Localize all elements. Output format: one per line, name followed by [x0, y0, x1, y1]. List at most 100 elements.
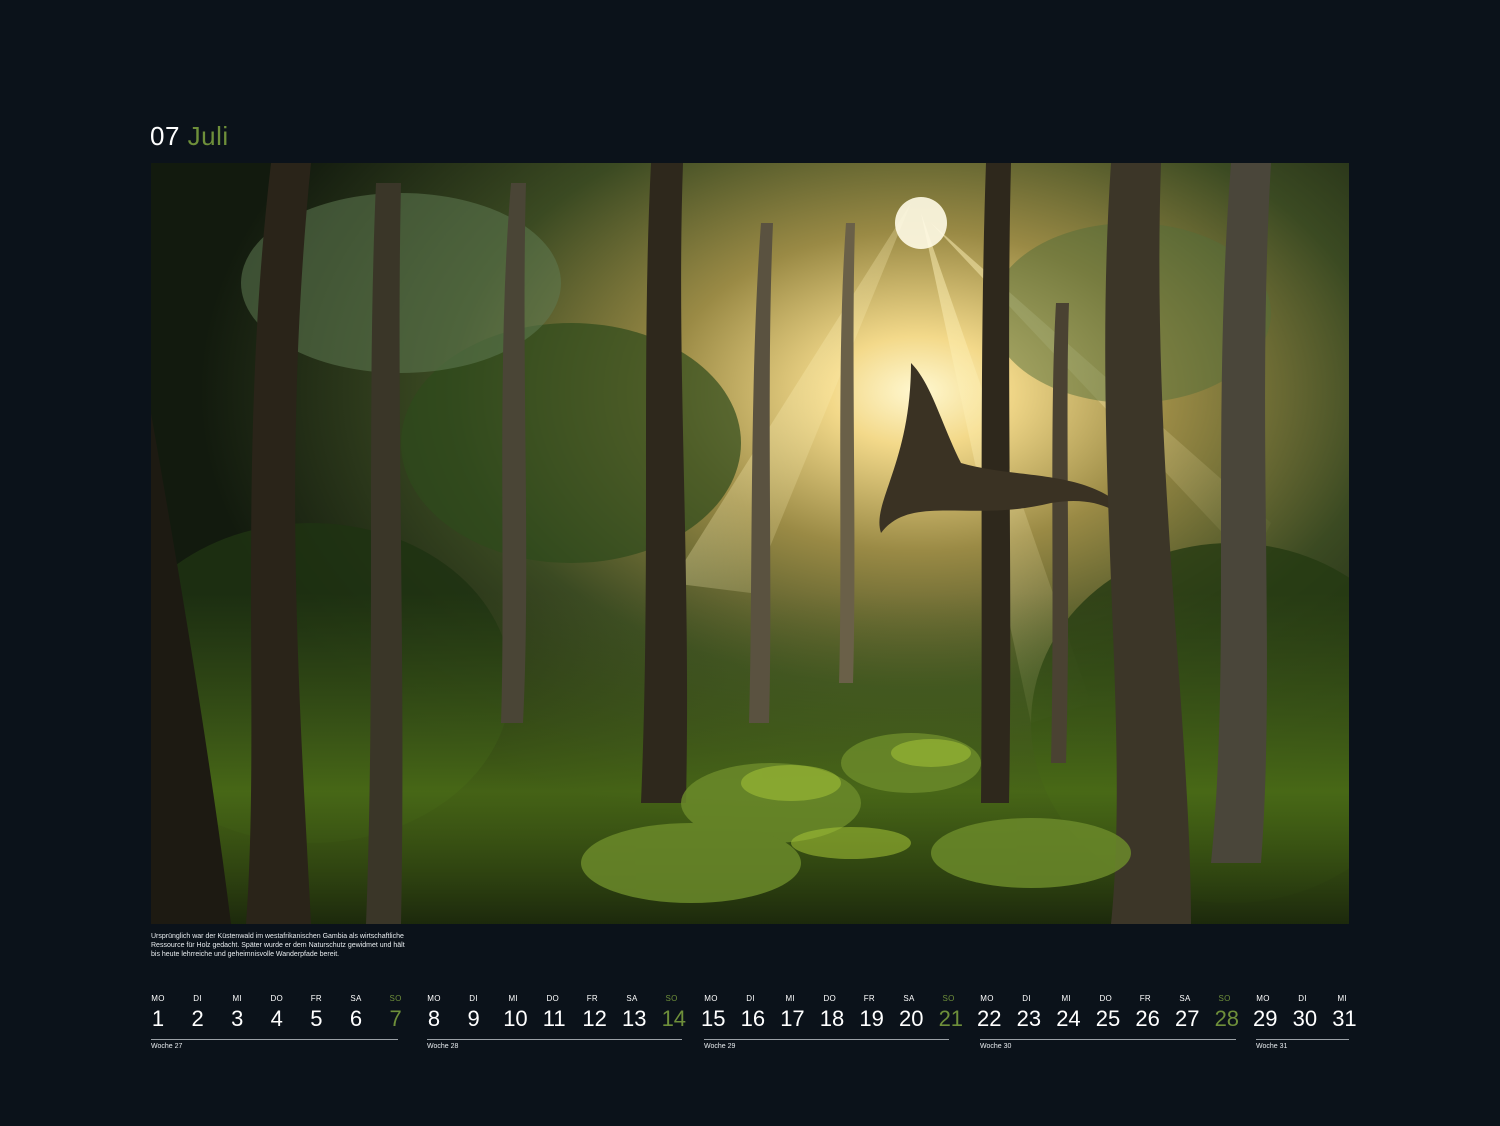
day-number: 20 [898, 1006, 924, 1031]
day-number: 31 [1332, 1006, 1357, 1031]
week-days: MO 15 DI 16 MI 17 DO 18 FR 19 SA 20 SO 21 [701, 992, 982, 1038]
calendar-day: SO 14 [661, 992, 705, 1038]
photo-caption: Ursprünglich war der Küstenwald im westa… [151, 933, 405, 958]
week-days: MO 1 DI 2 MI 3 DO 4 FR 5 SA 6 SO 7 [151, 992, 428, 1038]
day-number: 17 [780, 1006, 805, 1031]
weekday-name: DI [193, 994, 202, 1003]
day-number: 19 [859, 1006, 884, 1031]
calendar-day: DI 30 [1292, 992, 1336, 1038]
week-divider [704, 1039, 949, 1040]
calendar-day: SA 27 [1175, 992, 1218, 1038]
day-number: 15 [701, 1006, 726, 1031]
weekday-name: DI [1298, 994, 1307, 1003]
day-number: 5 [310, 1006, 323, 1031]
calendar-day: DO 11 [542, 992, 586, 1038]
week-days: MO 29 DI 30 MI 31 [1253, 992, 1375, 1038]
weekday-name: DO [823, 994, 837, 1003]
calendar-day: DO 25 [1095, 992, 1139, 1038]
day-number: 13 [621, 1006, 647, 1031]
week-divider [151, 1039, 398, 1040]
day-number: 14 [661, 1006, 687, 1031]
month-name: Juli [187, 121, 229, 151]
week-label: Woche 31 [1256, 1043, 1288, 1050]
weekday-name: MO [427, 994, 441, 1003]
weekday-name: MI [785, 994, 795, 1003]
day-number: 1 [151, 1006, 165, 1031]
weekday-name: DI [1022, 994, 1031, 1003]
calendar-day: DI 16 [740, 992, 784, 1038]
calendar-day: SA 6 [349, 992, 389, 1038]
day-number: 25 [1095, 1006, 1121, 1031]
week-divider [1256, 1039, 1349, 1040]
day-number: 11 [542, 1006, 566, 1031]
week-divider [980, 1039, 1236, 1040]
weekday-name: MO [151, 994, 165, 1003]
calendar-day: DO 4 [270, 992, 310, 1038]
week-label: Woche 29 [704, 1043, 736, 1050]
weekday-name: SO [389, 994, 402, 1003]
day-number: 30 [1292, 1006, 1318, 1031]
calendar-day: SO 7 [389, 992, 429, 1038]
weekday-name: SA [626, 994, 638, 1003]
day-number: 22 [977, 1006, 1002, 1031]
weekday-name: MI [1061, 994, 1071, 1003]
calendar-day: SA 13 [621, 992, 665, 1038]
calendar-day: MO 22 [977, 992, 1020, 1038]
forest-photo [151, 163, 1349, 924]
weekday-name: MO [980, 994, 994, 1003]
day-number: 4 [270, 1006, 283, 1031]
weekday-name: MI [508, 994, 518, 1003]
calendar-day: MI 24 [1056, 992, 1099, 1038]
week-label: Woche 28 [427, 1043, 459, 1050]
weekday-name: MI [1337, 994, 1347, 1003]
calendar-day: MO 8 [427, 992, 467, 1038]
day-number: 29 [1253, 1006, 1278, 1031]
calendar-day: MO 29 [1253, 992, 1296, 1038]
weekday-name: SO [942, 994, 955, 1003]
weekday-name: SO [1218, 994, 1231, 1003]
month-header: 07 Juli [150, 120, 229, 152]
calendar-day: FR 12 [582, 992, 625, 1038]
calendar-day: MI 31 [1332, 992, 1375, 1038]
weekday-name: FR [586, 994, 598, 1003]
weekday-name: SA [1179, 994, 1191, 1003]
calendar-day: MO 1 [151, 992, 191, 1038]
weekday-name: FR [1139, 994, 1151, 1003]
day-number: 26 [1135, 1006, 1160, 1031]
day-number: 8 [427, 1006, 441, 1031]
week-label: Woche 27 [151, 1043, 183, 1050]
week-divider [427, 1039, 682, 1040]
weekday-name: DO [1099, 994, 1113, 1003]
calendar-day: MO 15 [701, 992, 744, 1038]
weekday-name: DO [270, 994, 284, 1003]
day-number: 16 [740, 1006, 766, 1031]
calendar-week: MO 29 DI 30 MI 31 Woche 31 [1253, 992, 1375, 1052]
calendar-day: DI 9 [467, 992, 507, 1038]
calendar-day: MI 17 [780, 992, 823, 1038]
day-number: 28 [1214, 1006, 1240, 1031]
day-number: 23 [1016, 1006, 1042, 1031]
week-days: MO 22 DI 23 MI 24 DO 25 FR 26 SA 27 SO 28 [977, 992, 1257, 1038]
weekday-name: MI [232, 994, 242, 1003]
calendar-week: MO 22 DI 23 MI 24 DO 25 FR 26 SA 27 SO 28 Woche 30 [977, 992, 1257, 1052]
calendar-day: DO 18 [819, 992, 863, 1038]
calendar-day: MI 3 [230, 992, 270, 1038]
week-days: MO 8 DI 9 MI 10 DO 11 FR 12 SA 13 SO 14 [427, 992, 704, 1038]
day-number: 7 [389, 1006, 402, 1031]
weekday-name: SO [665, 994, 678, 1003]
calendar-day: SA 20 [898, 992, 942, 1038]
day-number: 18 [819, 1006, 845, 1031]
calendar-week: MO 15 DI 16 MI 17 DO 18 FR 19 SA 20 SO 21 Woche 29 [701, 992, 982, 1052]
calendar-day: FR 5 [309, 992, 349, 1038]
weekday-name: FR [310, 994, 322, 1003]
calendar-day: SO 21 [939, 992, 982, 1038]
weekday-name: FR [863, 994, 875, 1003]
month-number: 07 [150, 121, 180, 151]
day-number: 9 [467, 1006, 480, 1031]
calendar-week: MO 8 DI 9 MI 10 DO 11 FR 12 SA 13 SO 14 Woche 28 [427, 992, 704, 1052]
calendar-day: MI 10 [503, 992, 546, 1038]
weekday-name: MO [704, 994, 718, 1003]
week-label: Woche 30 [980, 1043, 1012, 1050]
calendar-week: MO 1 DI 2 MI 3 DO 4 FR 5 SA 6 SO 7 Woche 27 [151, 992, 428, 1052]
day-number: 3 [231, 1006, 244, 1031]
